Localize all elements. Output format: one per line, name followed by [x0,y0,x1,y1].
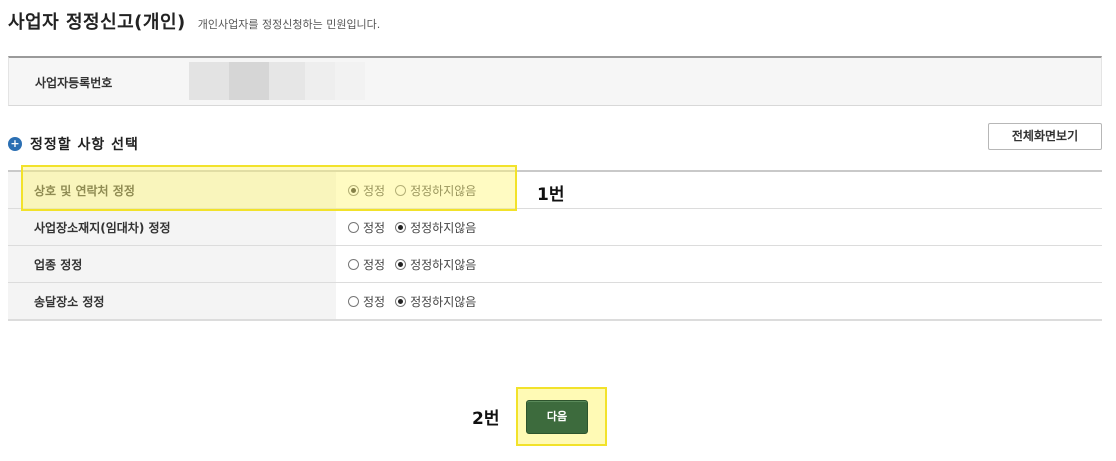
option-row-delivery-address: 송달장소 정정 정정 정정하지않음 [8,283,1102,321]
radio-no-correct[interactable]: 정정하지않음 [395,256,476,273]
radio-label: 정정하지않음 [410,294,477,309]
step2-annotation: 2번 [472,409,500,429]
option-choices: 정정 정정하지않음 [336,219,486,236]
blur-block [269,62,305,100]
option-label: 사업장소재지(임대차) 정정 [8,209,336,245]
radio-no-correct[interactable]: 정정하지않음 [395,293,476,310]
step1-annotation: 1번 [537,185,565,205]
section-title: 정정할 사항 선택 [30,137,139,153]
option-label: 업종 정정 [8,246,336,282]
radio-correct[interactable]: 정정 [348,256,385,273]
registration-number-value-blurred [189,62,365,100]
radio-checked-icon[interactable] [395,258,407,270]
option-label: 송달장소 정정 [8,283,336,319]
option-row-business-type: 업종 정정 정정 정정하지않음 [8,246,1102,283]
radio-label: 정정 [363,220,386,235]
radio-label: 정정 [363,257,386,272]
blur-block [229,62,269,100]
radio-unchecked-icon[interactable] [348,295,359,307]
radio-label: 정정하지않음 [410,220,477,235]
radio-checked-icon[interactable] [395,295,407,307]
radio-correct[interactable]: 정정 [348,219,385,236]
registration-number-label: 사업자등록번호 [35,76,113,90]
option-choices: 정정 정정하지않음 [336,256,486,273]
radio-correct[interactable]: 정정 [348,293,385,310]
section-header: + 정정할 사항 선택 [8,134,139,154]
radio-checked-icon[interactable] [395,221,407,233]
radio-label: 정정 [363,183,386,198]
blur-block [189,62,229,100]
blur-block [305,62,335,100]
radio-label: 정정 [363,294,386,309]
radio-unchecked-icon[interactable] [348,258,359,270]
option-choices: 정정 정정하지않음 [336,182,486,199]
option-label: 상호 및 연락처 정정 [8,172,336,208]
plus-circle-icon: + [8,137,22,151]
option-row-business-location: 사업장소재지(임대차) 정정 정정 정정하지않음 [8,209,1102,246]
radio-checked-icon[interactable] [348,184,359,196]
radio-no-correct[interactable]: 정정하지않음 [395,219,476,236]
fullscreen-view-button[interactable]: 전체화면보기 [988,123,1102,150]
radio-unchecked-icon[interactable] [395,184,407,196]
radio-label: 정정하지않음 [410,183,477,198]
page-header: 사업자 정정신고(개인) 개인사업자를 정정신청하는 민원입니다. [8,8,380,34]
page-title: 사업자 정정신고(개인) [8,12,186,33]
radio-label: 정정하지않음 [410,257,477,272]
registration-number-box: 사업자등록번호 [8,56,1102,106]
option-choices: 정정 정정하지않음 [336,293,486,310]
radio-no-correct[interactable]: 정정하지않음 [395,182,476,199]
radio-unchecked-icon[interactable] [348,221,359,233]
blur-block [335,62,365,100]
radio-correct[interactable]: 정정 [348,182,385,199]
next-button[interactable]: 다음 [526,400,588,434]
page-description: 개인사업자를 정정신청하는 민원입니다. [197,18,381,31]
